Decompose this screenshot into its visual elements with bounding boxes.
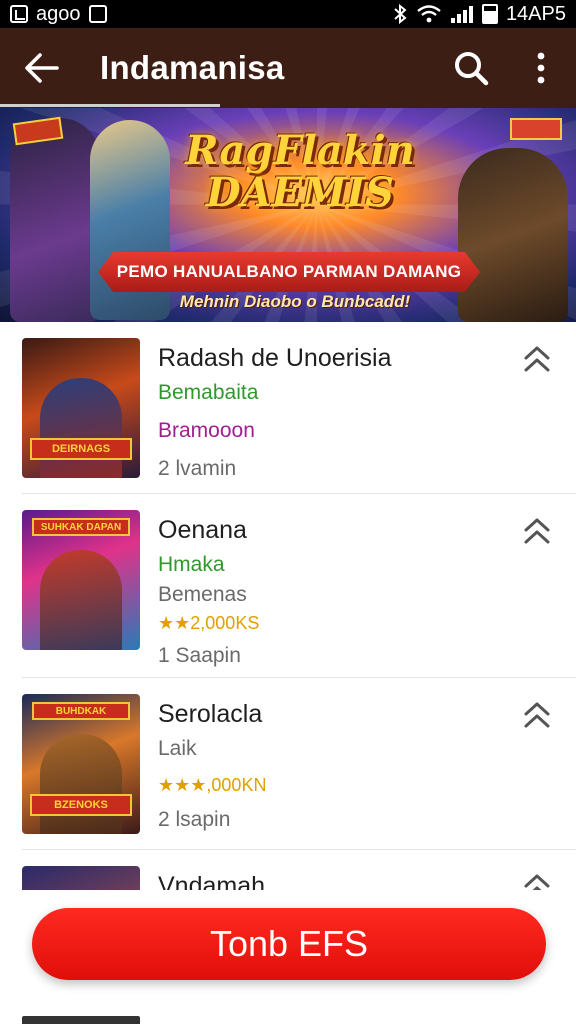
item-title: Oenana [158,516,247,544]
banner-logo-right [510,118,562,140]
arrow-left-icon [25,53,59,83]
app-bar: Indamanisa [0,28,576,108]
page-title: Indamanisa [100,49,285,86]
banner-character-left [10,118,100,322]
item-title: Radash de Unoerisia [158,344,392,372]
status-left: agoo [10,3,107,26]
list-item[interactable]: BUHDKAK BZENOKS Serolacla Laik ★★★,000KN… [22,678,576,850]
wifi-icon [417,5,441,23]
thumbnail-logo: BZENOKS [30,794,132,816]
search-button[interactable] [436,28,506,108]
notification-icon [10,5,28,23]
status-bar: agoo 14AP5 [0,0,576,28]
item-meta: 2 lvamin [158,457,237,480]
thumbnail-logo-top: BUHDKAK [32,702,130,720]
game-thumbnail: SUHKAK DAPAN [22,510,140,650]
signal-icon [450,6,473,23]
primary-cta-button[interactable]: Tonb EFS [32,908,546,980]
list-item[interactable]: DEIRNAGS Radash de Unoerisia Bemabaita B… [22,322,576,494]
thumbnail-logo: DEIRNAGS [30,438,132,460]
item-meta: 2 lsapin [158,808,231,831]
message-icon [88,5,107,23]
banner-subtitle: Mehnin Diaobo o Bunbcadd! [179,292,411,311]
overflow-menu-button[interactable] [506,28,576,108]
item-text: Radash de Unoerisia Bemabaita Bramooon 2… [158,344,506,481]
thumbnail-character [40,378,122,478]
game-thumbnail: BUHDKAK BZENOKS [22,694,140,834]
banner-ribbon: PEMO HANUALBANO PARMAN DAMANG [98,252,480,292]
item-rating: ★★★,000KN [158,775,267,795]
item-meta: 1 Saapin [158,644,241,667]
status-time: 14AP5 [505,2,566,25]
promo-banner[interactable]: RagFlakin DAEMIS PEMO HANUALBANO PARMAN … [0,108,576,322]
item-text: Serolacla Laik ★★★,000KN 2 lsapin [158,700,506,832]
next-item-peek [22,1016,140,1024]
tab-indicator [0,104,220,107]
item-rating: ★★2,000KS [158,613,260,633]
thumbnail-logo: SUHKAK DAPAN [32,518,130,536]
back-button[interactable] [0,28,84,108]
status-app-label: agoo [36,2,81,25]
item-developer: Laik [158,737,197,760]
banner-character-right [458,148,568,322]
item-text: Oenana Hmaka Bemenas ★★2,000KS 1 Saapin [158,516,506,668]
item-developer: Bemabaita [158,381,259,404]
list-item[interactable]: SUHKAK DAPAN Oenana Hmaka Bemenas ★★2,00… [22,494,576,678]
item-category: Bemenas [158,583,247,606]
item-category: Bramooon [158,419,255,442]
search-icon [455,52,489,86]
battery-icon [481,4,498,24]
chevron-up-double-icon[interactable] [522,700,552,730]
banner-title-line2: DAEMIS [205,169,395,216]
banner-title: RagFlakin DAEMIS [170,130,430,214]
thumbnail-character [40,550,122,650]
status-right: 14AP5 [392,3,566,26]
item-title: Serolacla [158,700,263,728]
chevron-up-double-icon[interactable] [522,516,552,546]
game-thumbnail: DEIRNAGS [22,338,140,478]
item-developer: Hmaka [158,553,225,576]
bluetooth-icon [394,4,407,24]
banner-title-line1: RagFlakin [185,127,415,174]
chevron-up-double-icon[interactable] [522,344,552,374]
more-vertical-icon [537,52,545,84]
thumbnail-character [40,734,122,834]
